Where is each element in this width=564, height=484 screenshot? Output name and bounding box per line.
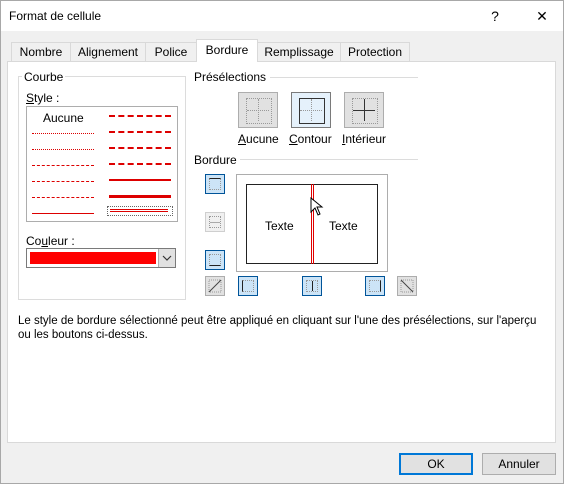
line-style-medium[interactable] <box>109 179 171 181</box>
border-diagonal-down-button[interactable] <box>397 276 417 296</box>
line-style-slant-dash-dot[interactable] <box>109 131 171 133</box>
color-dropdown-button[interactable] <box>158 249 175 267</box>
preset-outline-button[interactable] <box>291 92 331 128</box>
border-top-icon <box>209 178 221 190</box>
border-diagonal-up-button[interactable] <box>205 276 225 296</box>
preview-left-text: Texte <box>265 219 294 233</box>
preset-none-label: Aucune <box>238 132 279 146</box>
border-bottom-button[interactable] <box>205 250 225 270</box>
border-vertical-inside-button[interactable] <box>302 276 322 296</box>
line-style-double[interactable] <box>110 209 168 212</box>
color-label-pre: Co <box>26 234 42 248</box>
dialog-title: Format de cellule <box>9 9 102 23</box>
border-left-button[interactable] <box>238 276 258 296</box>
color-swatch <box>30 252 156 264</box>
color-picker[interactable] <box>26 248 176 268</box>
chevron-down-icon <box>162 255 172 261</box>
preset-none-text: ucune <box>246 132 279 146</box>
preset-inside-label: Intérieur <box>342 132 386 146</box>
format-cells-dialog: Format de cellule ? ✕ Nombre Alignement … <box>0 0 564 484</box>
tab-nombre[interactable]: Nombre <box>11 42 71 61</box>
preset-outline-mnemonic: C <box>289 132 298 146</box>
preset-none-icon <box>246 98 272 124</box>
presets-group-label: Présélections <box>192 70 269 84</box>
courbe-group-label: Courbe <box>22 70 66 84</box>
preset-outline-icon <box>299 98 325 124</box>
line-style-hair[interactable] <box>32 133 94 134</box>
line-style-selection-box <box>107 206 173 216</box>
style-label: Style : <box>26 91 59 105</box>
tab-remplissage[interactable]: Remplissage <box>257 42 341 61</box>
line-style-medium-dash-dot[interactable] <box>109 147 171 149</box>
line-style-dashed[interactable] <box>32 197 94 198</box>
color-label: Couleur : <box>26 234 75 248</box>
border-preview[interactable]: Texte Texte <box>236 174 388 272</box>
border-group-label: Bordure <box>192 153 239 167</box>
border-horizontal-inside-button[interactable] <box>205 212 225 232</box>
border-vertical-inside-icon <box>306 280 318 292</box>
line-style-dotted[interactable] <box>32 149 94 150</box>
title-bar: Format de cellule ? ✕ <box>1 1 563 31</box>
border-left-icon <box>242 280 254 292</box>
preset-outline-label: Contour <box>289 132 332 146</box>
line-style-thin[interactable] <box>32 213 94 214</box>
preset-none-mnemonic: A <box>238 132 247 146</box>
border-tab-panel: Courbe Style : Aucune Couleur : Présélec… <box>7 61 556 443</box>
ok-button[interactable]: OK <box>399 453 473 475</box>
diagonal-up-icon <box>208 279 222 293</box>
tab-bordure[interactable]: Bordure <box>196 39 258 62</box>
style-label-text: tyle : <box>34 91 60 105</box>
line-style-dash-dot-dot[interactable] <box>32 165 94 166</box>
line-style-thick[interactable] <box>109 195 171 198</box>
border-right-icon <box>369 280 381 292</box>
line-style-none[interactable]: Aucune <box>43 111 84 125</box>
preset-outline-text: ontour <box>297 132 332 146</box>
hint-text: Le style de bordure sélectionné peut êtr… <box>18 315 537 341</box>
border-right-button[interactable] <box>365 276 385 296</box>
line-style-dash-dot[interactable] <box>32 181 94 182</box>
preview-inside-vertical-line <box>311 184 314 264</box>
border-divider <box>240 159 418 160</box>
border-horizontal-inside-icon <box>209 216 221 228</box>
line-style-list[interactable]: Aucune <box>26 106 178 222</box>
tab-protection[interactable]: Protection <box>340 42 410 61</box>
cancel-button[interactable]: Annuler <box>482 453 556 475</box>
mouse-cursor-icon <box>310 197 324 216</box>
preview-right-text: Texte <box>329 219 358 233</box>
preset-inside-icon <box>352 98 378 124</box>
close-button[interactable]: ✕ <box>528 5 556 27</box>
style-label-mnemonic: S <box>26 91 35 105</box>
line-style-medium-dash-dot-dot[interactable] <box>109 115 171 117</box>
color-label-post: leur : <box>48 234 75 248</box>
line-style-medium-dashed[interactable] <box>109 163 171 165</box>
help-button[interactable]: ? <box>481 5 509 27</box>
preset-none-button[interactable] <box>238 92 278 128</box>
preset-inside-text: ntérieur <box>345 132 387 146</box>
border-bottom-icon <box>209 254 221 266</box>
tab-police[interactable]: Police <box>145 42 197 61</box>
border-top-button[interactable] <box>205 174 225 194</box>
preset-inside-button[interactable] <box>344 92 384 128</box>
diagonal-down-icon <box>400 279 414 293</box>
presets-divider <box>270 77 418 78</box>
preview-cell-area: Texte Texte <box>246 184 378 264</box>
tab-alignement[interactable]: Alignement <box>70 42 146 61</box>
